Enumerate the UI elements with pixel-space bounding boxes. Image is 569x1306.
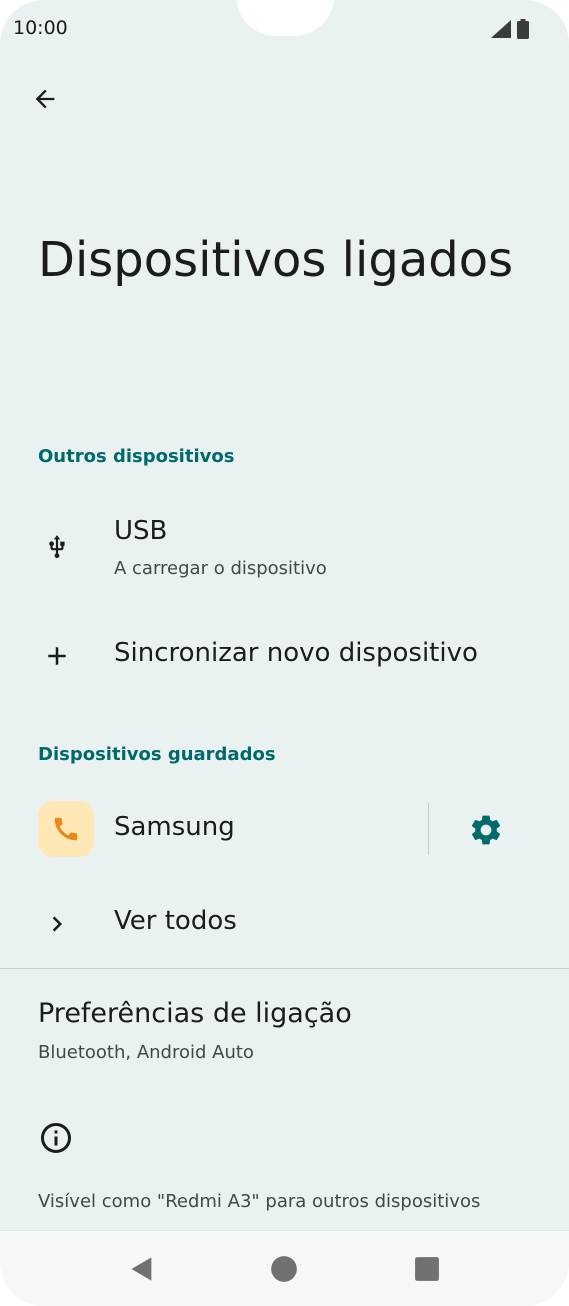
usb-subtitle: A carregar o dispositivo <box>114 558 327 579</box>
plus-icon <box>36 635 78 677</box>
usb-icon <box>36 526 78 568</box>
back-button[interactable] <box>26 80 64 118</box>
usb-title: USB <box>114 516 168 546</box>
battery-icon <box>517 19 529 39</box>
section-header-other-devices: Outros dispositivos <box>38 446 235 467</box>
connection-preferences-title: Preferências de ligação <box>38 998 352 1029</box>
connection-preferences-subtitle: Bluetooth, Android Auto <box>38 1042 254 1063</box>
navigation-bar <box>0 1230 569 1306</box>
pair-new-device-item[interactable]: Sincronizar novo dispositivo <box>0 616 569 696</box>
phone-screen: 10:00 Dispositivos ligados Outros dispos… <box>0 0 569 1306</box>
gear-icon <box>471 815 501 845</box>
chevron-right-icon <box>36 903 78 945</box>
see-all-item[interactable]: Ver todos <box>0 886 569 962</box>
usb-item[interactable]: USB A carregar o dispositivo <box>0 500 569 600</box>
arrow-left-icon <box>35 89 55 109</box>
section-divider <box>0 968 569 969</box>
signal-icon <box>491 20 511 38</box>
nav-home-button[interactable] <box>262 1247 306 1291</box>
nav-back-button[interactable] <box>120 1247 164 1291</box>
samsung-settings-button[interactable] <box>462 806 510 854</box>
pair-new-device-title: Sincronizar novo dispositivo <box>114 638 478 668</box>
camera-notch <box>236 0 334 36</box>
info-icon <box>41 1123 71 1153</box>
page-title: Dispositivos ligados <box>38 232 514 288</box>
status-time: 10:00 <box>13 17 68 39</box>
connection-preferences-item[interactable] <box>0 980 569 1080</box>
visible-as-text: Visível como "Redmi A3" para outros disp… <box>38 1191 481 1212</box>
triangle-back-icon <box>131 1257 152 1281</box>
phone-icon <box>38 801 94 857</box>
circle-home-icon <box>271 1256 297 1282</box>
nav-recents-button[interactable] <box>405 1247 449 1291</box>
square-recents-icon <box>415 1257 439 1281</box>
vertical-divider <box>428 803 429 855</box>
samsung-title: Samsung <box>114 812 235 842</box>
status-icons <box>491 19 529 39</box>
see-all-title: Ver todos <box>114 906 237 936</box>
section-header-saved-devices: Dispositivos guardados <box>38 744 276 765</box>
